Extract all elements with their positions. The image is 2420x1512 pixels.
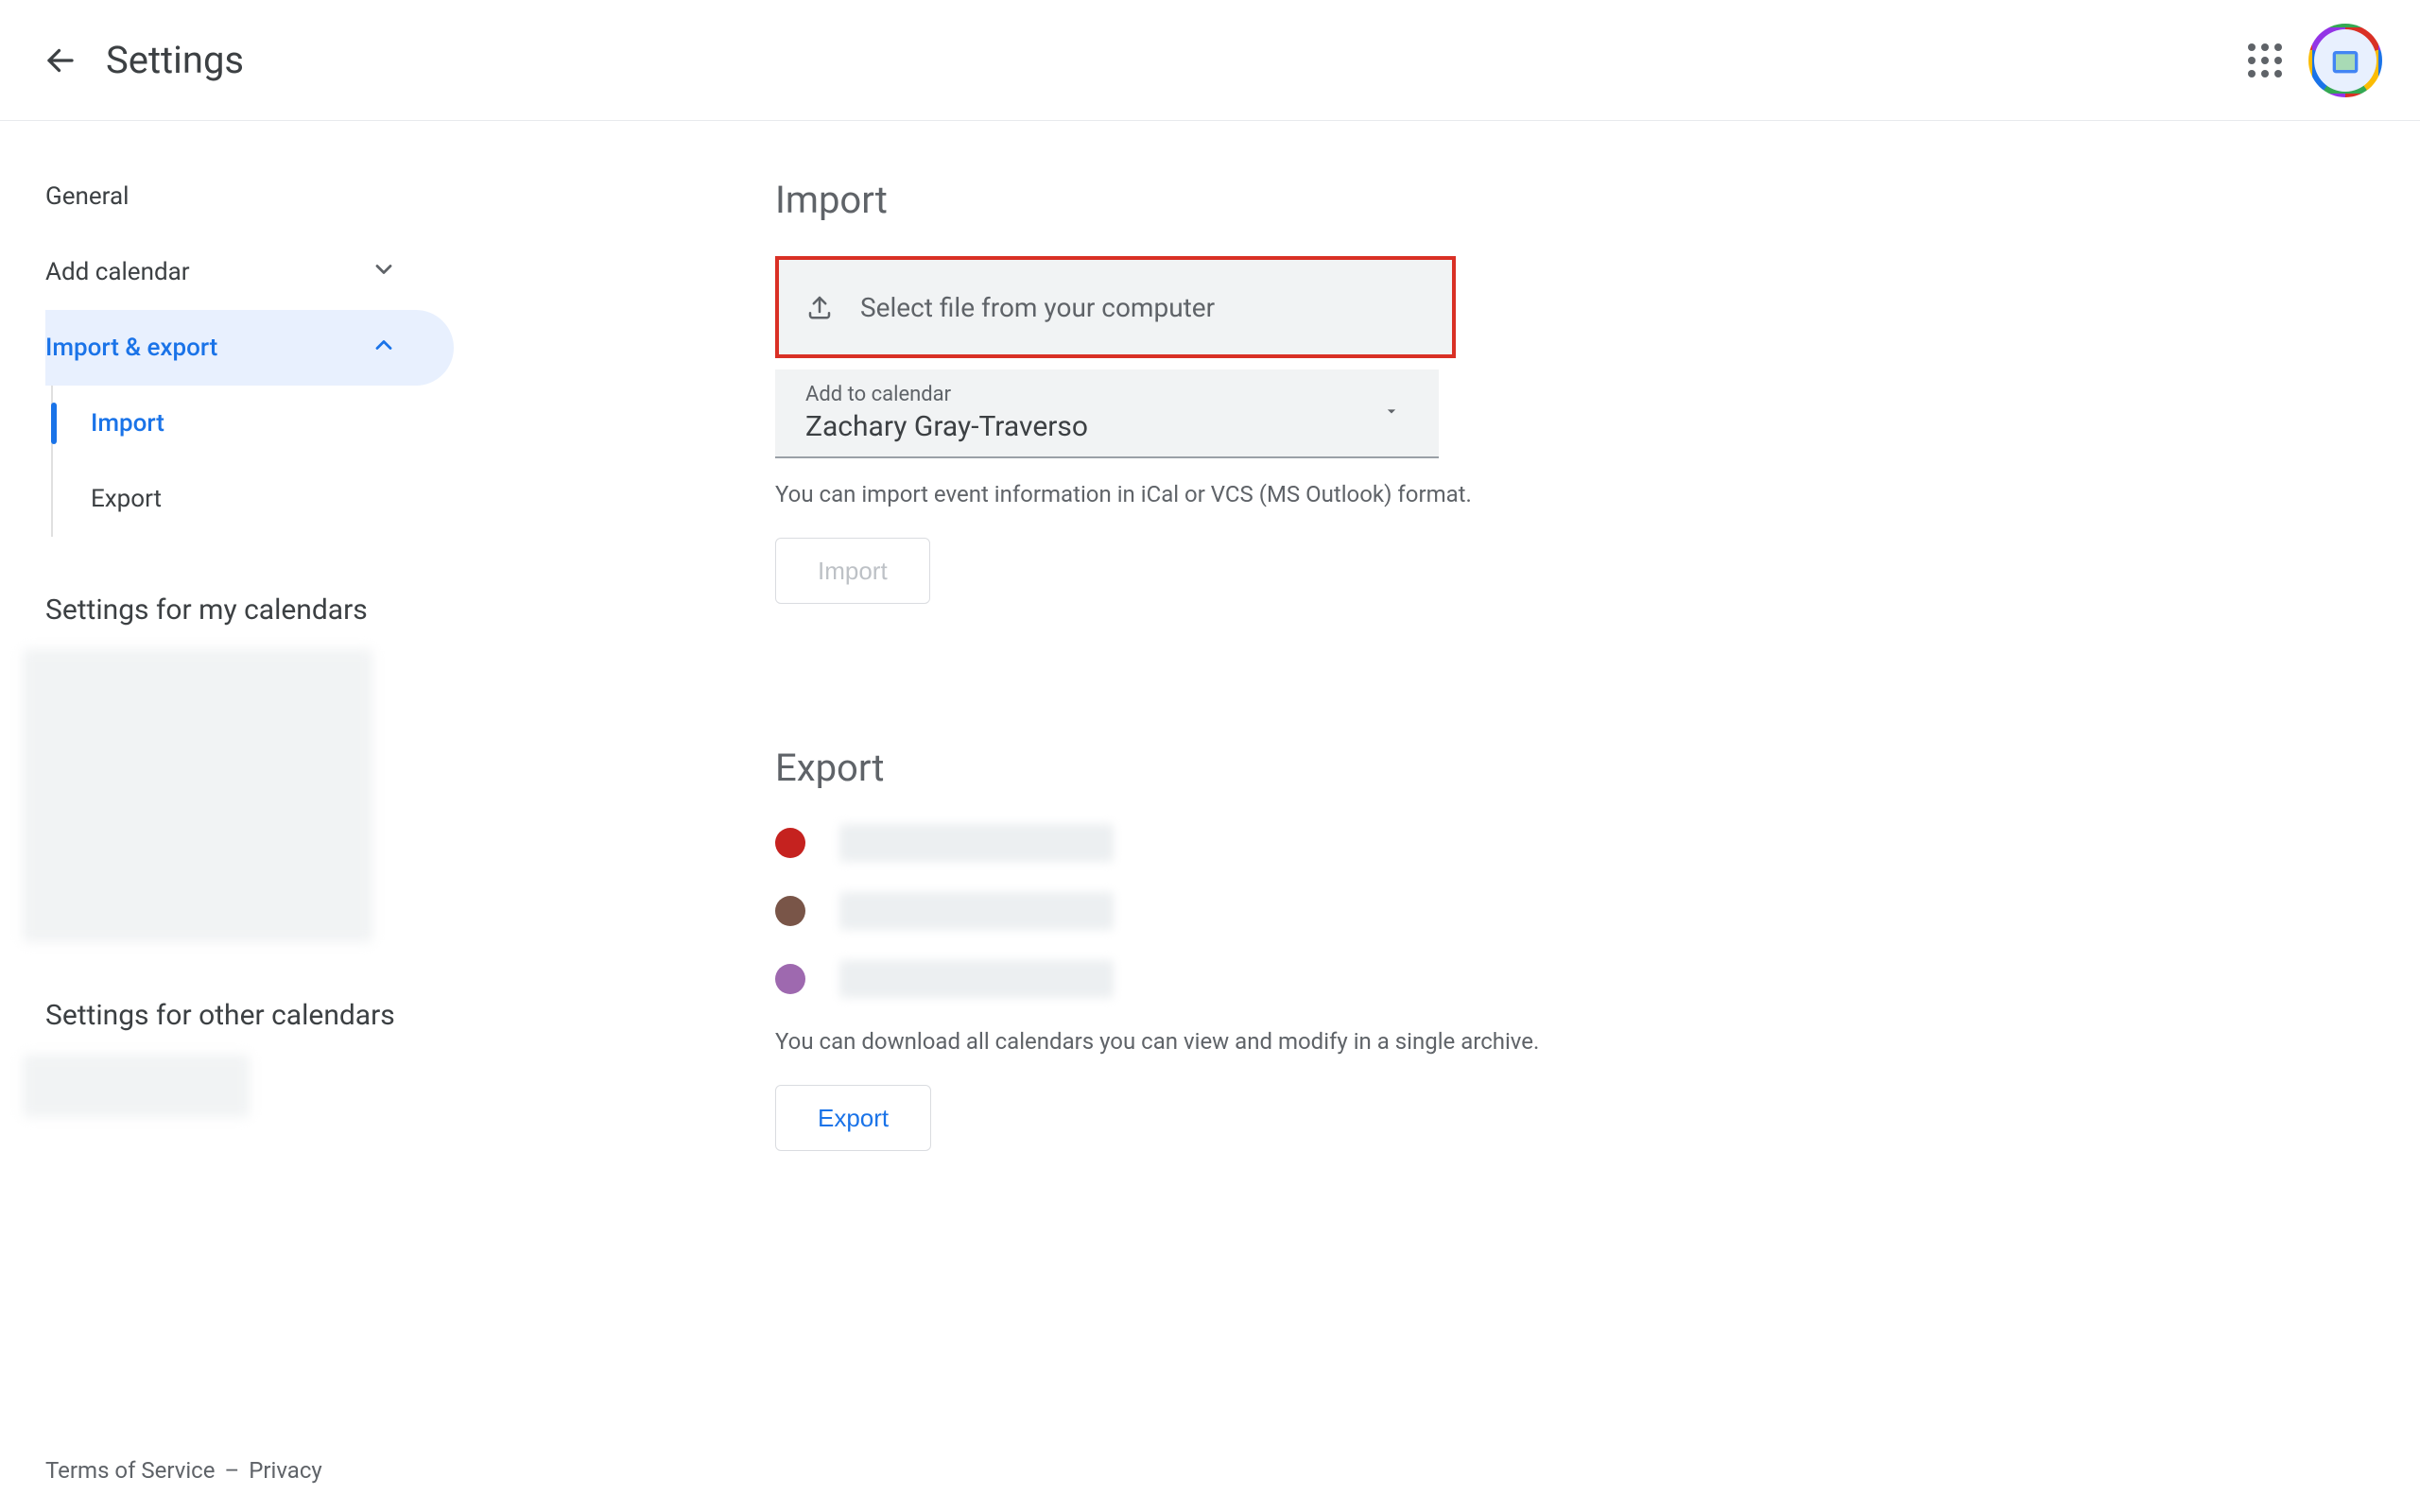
export-calendar-row xyxy=(775,824,2420,862)
header: Settings xyxy=(0,0,2420,121)
add-to-calendar-dropdown[interactable]: Add to calendar Zachary Gray-Traverso xyxy=(775,369,1439,458)
dropdown-value: Zachary Gray-Traverso xyxy=(805,410,1412,443)
account-avatar[interactable] xyxy=(2308,24,2382,97)
back-button[interactable] xyxy=(38,38,83,83)
sidebar-subitem-import[interactable]: Import xyxy=(53,386,454,461)
footer: Terms of Service – Privacy xyxy=(45,1457,322,1484)
sidebar-sublabel: Export xyxy=(91,485,162,513)
button-label: Export xyxy=(818,1104,889,1133)
sidebar-subitem-export[interactable]: Export xyxy=(53,461,454,537)
sidebar-label: Add calendar xyxy=(45,258,190,286)
sidebar-section-my-calendars: Settings for my calendars xyxy=(45,593,454,627)
export-help-text: You can download all calendars you can v… xyxy=(775,1028,2420,1055)
redacted-block xyxy=(23,1055,250,1117)
select-file-button[interactable]: Select file from your computer xyxy=(775,256,1456,358)
redacted-calendar-name xyxy=(839,892,1114,930)
export-calendar-list xyxy=(775,824,2420,998)
export-calendar-row xyxy=(775,960,2420,998)
export-section-title: Export xyxy=(775,746,2420,790)
sidebar: General Add calendar Import & export Imp… xyxy=(0,121,454,1512)
calendar-color-dot xyxy=(775,828,805,858)
dropdown-label: Add to calendar xyxy=(805,383,1412,406)
redacted-calendar-name xyxy=(839,960,1114,998)
export-button[interactable]: Export xyxy=(775,1085,931,1151)
import-button[interactable]: Import xyxy=(775,538,930,604)
footer-sep: – xyxy=(224,1457,239,1484)
sidebar-label: General xyxy=(45,182,129,211)
sidebar-section-other-calendars: Settings for other calendars xyxy=(45,999,454,1032)
sidebar-item-general[interactable]: General xyxy=(45,159,454,234)
chevron-up-icon xyxy=(371,332,397,365)
calendar-color-dot xyxy=(775,964,805,994)
sidebar-label: Import & export xyxy=(45,334,217,362)
privacy-link[interactable]: Privacy xyxy=(249,1457,322,1484)
arrow-left-icon xyxy=(43,43,78,77)
select-file-label: Select file from your computer xyxy=(860,292,1215,323)
google-apps-button[interactable] xyxy=(2248,43,2282,77)
terms-link[interactable]: Terms of Service xyxy=(45,1457,215,1484)
page-title: Settings xyxy=(106,38,244,82)
import-section-title: Import xyxy=(775,178,2420,222)
caret-down-icon xyxy=(1382,402,1401,424)
button-label: Import xyxy=(818,557,888,586)
main-content: Import Select file from your computer Ad… xyxy=(454,121,2420,1512)
sidebar-sublabel: Import xyxy=(91,409,164,438)
sidebar-item-add-calendar[interactable]: Add calendar xyxy=(45,234,454,310)
calendar-color-dot xyxy=(775,896,805,926)
sidebar-item-import-export[interactable]: Import & export xyxy=(45,310,454,386)
redacted-calendar-name xyxy=(839,824,1114,862)
chevron-down-icon xyxy=(371,256,397,289)
export-calendar-row xyxy=(775,892,2420,930)
avatar-icon xyxy=(2326,42,2364,79)
sidebar-subitems: Import Export xyxy=(51,386,454,537)
import-help-text: You can import event information in iCal… xyxy=(775,481,2420,507)
upload-icon xyxy=(805,293,834,321)
redacted-block xyxy=(23,649,372,942)
